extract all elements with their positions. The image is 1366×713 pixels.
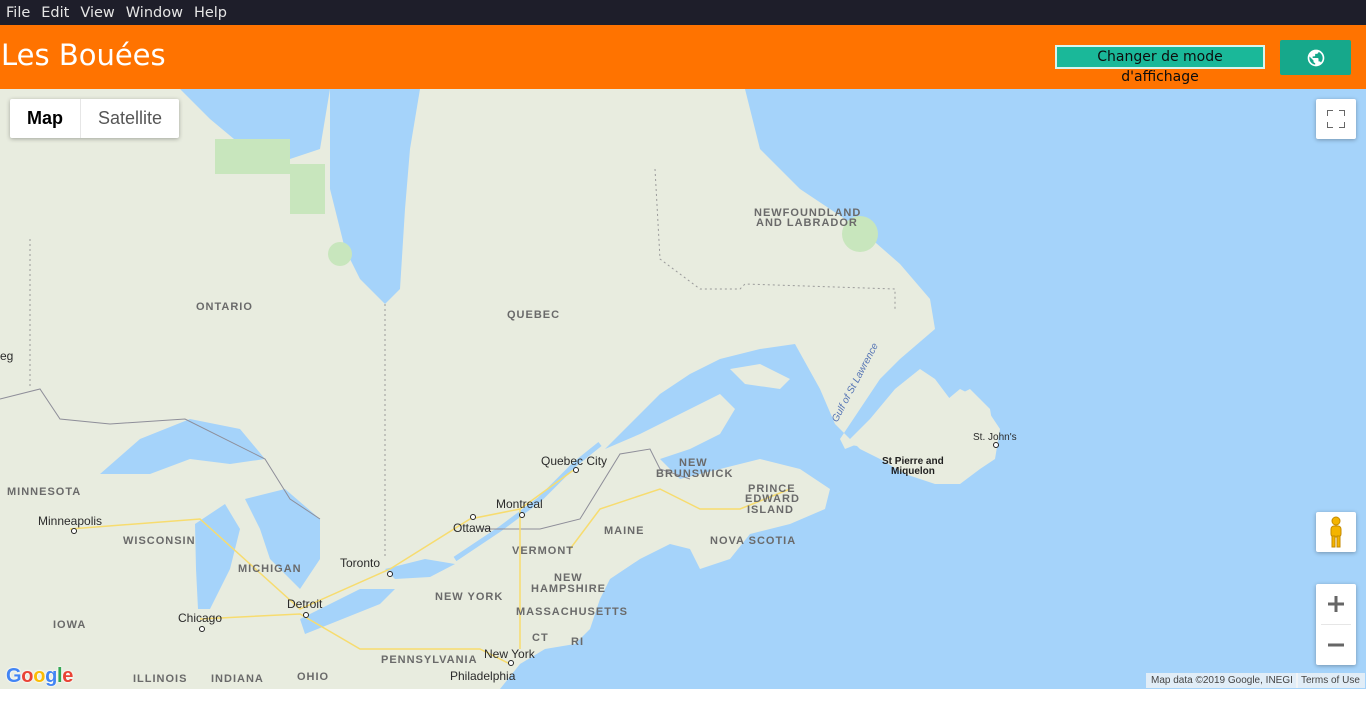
- park-area: [215, 139, 290, 174]
- map-type-satellite-button[interactable]: Satellite: [81, 99, 179, 138]
- region-label-massachusetts: MASSACHUSETTS: [516, 606, 629, 618]
- city-marker: [519, 512, 525, 518]
- fullscreen-icon: [1327, 110, 1345, 128]
- city-label-ottawa: Ottawa: [453, 521, 492, 535]
- region-label-labrador: AND LABRADOR: [756, 217, 858, 229]
- city-label-philadelphia: Philadelphia: [450, 669, 516, 683]
- city-label-chicago: Chicago: [178, 611, 223, 625]
- city-marker: [303, 612, 309, 618]
- anticosti-island: [730, 364, 790, 389]
- menu-help[interactable]: Help: [191, 5, 230, 21]
- city-marker: [199, 626, 205, 632]
- zoom-out-button[interactable]: [1316, 625, 1356, 665]
- region-label-minnesota: MINNESOTA: [7, 486, 82, 498]
- park-area: [290, 164, 325, 214]
- city-label-winnipeg: eg: [0, 349, 14, 363]
- park-area: [328, 242, 352, 266]
- menu-window[interactable]: Window: [123, 5, 186, 21]
- region-label-new-brunswick-2: BRUNSWICK: [656, 468, 734, 480]
- map-view[interactable]: ONTARIO QUEBEC NEWFOUNDLAND AND LABRADOR…: [0, 89, 1366, 689]
- city-marker: [387, 571, 393, 577]
- pegman-icon: [1330, 516, 1342, 548]
- logo-letter: o: [21, 665, 34, 687]
- region-label-indiana: INDIANA: [211, 673, 264, 685]
- menu-edit[interactable]: Edit: [38, 5, 72, 21]
- toggle-display-mode-button[interactable]: Changer de mode d'affichage: [1055, 45, 1265, 85]
- region-label-wisconsin: WISCONSIN: [123, 535, 196, 547]
- region-label-nova-scotia: NOVA SCOTIA: [710, 535, 797, 547]
- region-label-ri: RI: [571, 636, 584, 648]
- page-title: Les Bouées: [1, 38, 166, 72]
- region-label-iowa: IOWA: [53, 619, 87, 631]
- globe-icon: [1307, 49, 1324, 66]
- city-label-detroit: Detroit: [287, 597, 323, 611]
- menu-view[interactable]: View: [77, 5, 117, 21]
- menu-file[interactable]: File: [3, 5, 33, 21]
- google-logo[interactable]: Google: [6, 665, 73, 688]
- city-label-st-johns: St. John's: [973, 432, 1017, 443]
- region-label-maine: MAINE: [604, 525, 645, 537]
- city-label-toronto: Toronto: [340, 556, 381, 570]
- zoom-control: [1316, 584, 1356, 665]
- region-label-new-york: NEW YORK: [435, 591, 504, 603]
- region-label-pei-3: ISLAND: [747, 504, 794, 516]
- street-view-pegman-button[interactable]: [1316, 512, 1356, 552]
- region-label-quebec: QUEBEC: [507, 309, 561, 321]
- region-label-ohio: OHIO: [297, 671, 330, 683]
- logo-letter: e: [62, 665, 74, 687]
- globe-button[interactable]: [1280, 40, 1351, 75]
- app-header: Les Bouées Changer de mode d'affichage: [0, 25, 1366, 89]
- logo-letter: G: [6, 665, 22, 687]
- city-marker: [470, 514, 476, 520]
- region-label-pennsylvania: PENNSYLVANIA: [381, 654, 478, 666]
- region-label-new-hampshire-2: HAMPSHIRE: [531, 583, 607, 595]
- logo-letter: o: [33, 665, 46, 687]
- region-label-michigan: MICHIGAN: [238, 563, 302, 575]
- city-label-new-york: New York: [484, 647, 535, 661]
- terms-of-use-link[interactable]: Terms of Use: [1296, 673, 1365, 688]
- city-marker: [71, 528, 77, 534]
- region-label-illinois: ILLINOIS: [133, 673, 188, 685]
- map-type-control: Map Satellite: [10, 99, 180, 138]
- map-canvas[interactable]: [0, 89, 1366, 689]
- place-label-miquelon: Miquelon: [891, 466, 935, 477]
- logo-letter: g: [45, 665, 58, 687]
- region-label-vermont: VERMONT: [512, 545, 574, 557]
- city-label-montreal: Montreal: [496, 497, 543, 511]
- region-label-ontario: ONTARIO: [196, 301, 253, 313]
- os-menubar: File Edit View Window Help: [0, 0, 1366, 25]
- city-label-quebec-city: Quebec City: [541, 454, 608, 468]
- map-type-map-button[interactable]: Map: [10, 99, 80, 138]
- minus-icon: [1328, 643, 1344, 647]
- city-label-minneapolis: Minneapolis: [38, 514, 103, 528]
- map-data-attribution: Map data ©2019 Google, INEGI: [1146, 673, 1298, 688]
- region-label-ct: CT: [532, 632, 549, 644]
- zoom-in-button[interactable]: [1316, 584, 1356, 624]
- plus-icon: [1328, 596, 1344, 612]
- fullscreen-button[interactable]: [1316, 99, 1356, 139]
